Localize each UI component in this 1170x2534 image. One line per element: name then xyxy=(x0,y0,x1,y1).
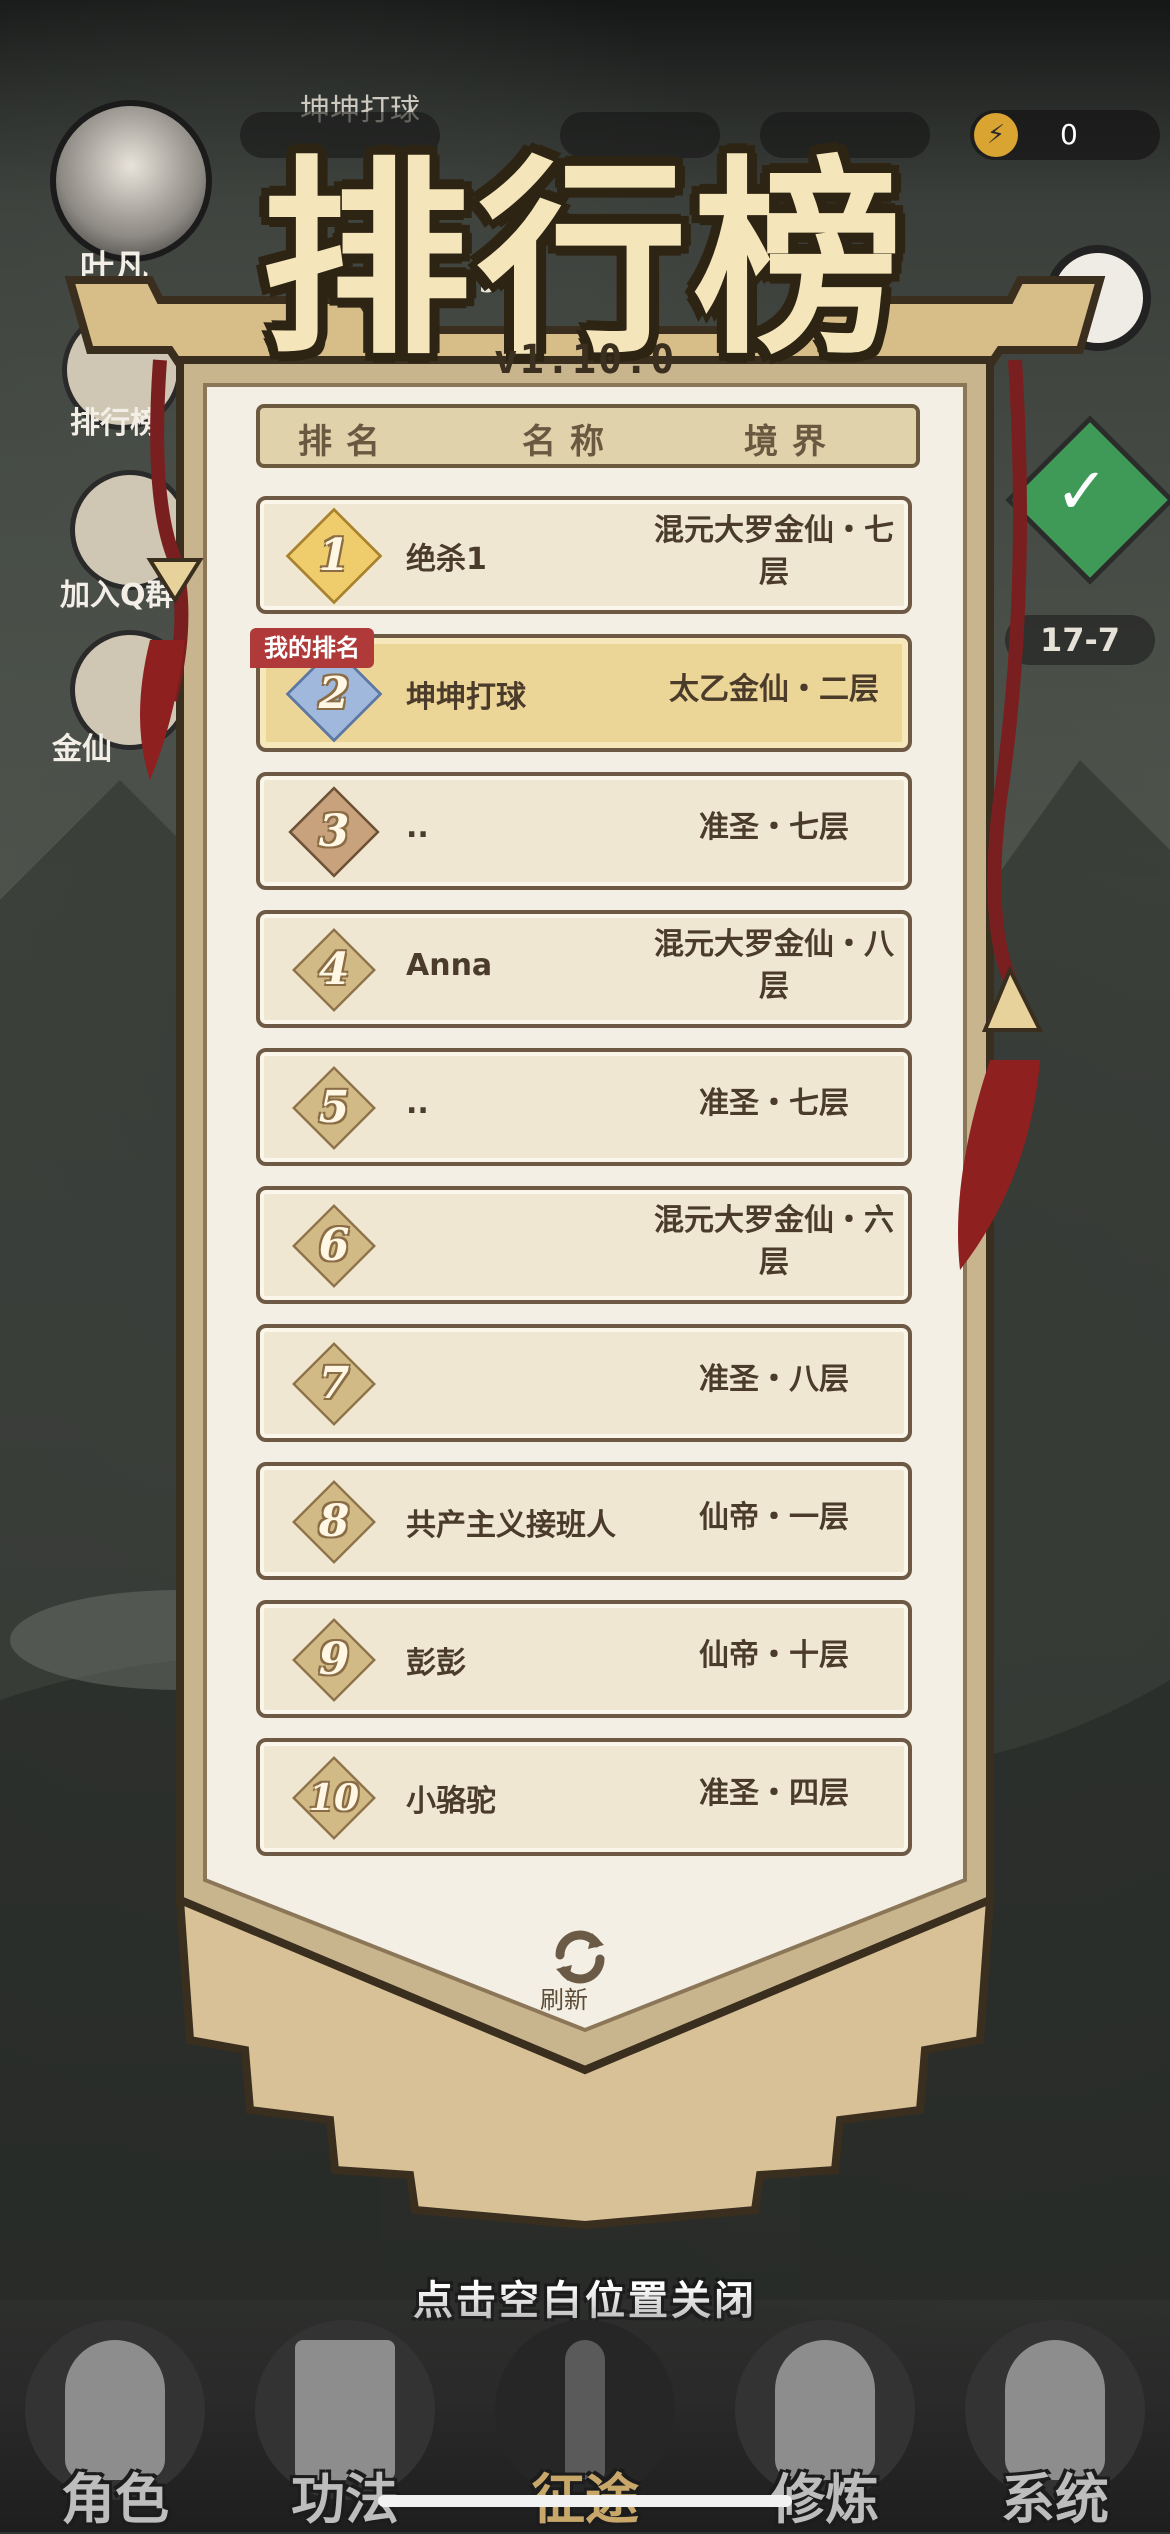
ranking-row: 8 共产主义接班人 仙帝・一层 xyxy=(256,1462,912,1580)
realm-label: 准圣・四层 xyxy=(699,1776,849,1811)
column-name: 名称 xyxy=(522,422,618,462)
home-indicator[interactable] xyxy=(378,2495,792,2507)
player-name: .. xyxy=(406,810,429,845)
version-label: v1.10.0 xyxy=(493,337,677,383)
rank-badge: 6 xyxy=(292,1204,376,1288)
player-name: Anna xyxy=(406,948,493,983)
player-name: 坤坤打球 xyxy=(406,680,526,715)
player-name: .. xyxy=(406,1086,429,1121)
my-rank-tag: 我的排名 xyxy=(250,628,374,668)
nav-role[interactable]: 角色 xyxy=(15,2320,215,2531)
ranking-row: 1 绝杀1 混元大罗金仙・七层 xyxy=(256,496,912,614)
rank-badge: 9 xyxy=(292,1618,376,1702)
player-name: 彭彭 xyxy=(406,1646,466,1681)
realm-label: 仙帝・一层 xyxy=(699,1500,849,1535)
player-name: 小骆驼 xyxy=(406,1784,496,1819)
rank-badge: 7 xyxy=(292,1342,376,1426)
ranking-row: 10 小骆驼 准圣・四层 xyxy=(256,1738,912,1856)
ranking-row: 4 Anna 混元大罗金仙・八层 xyxy=(256,910,912,1028)
realm-label: 仙帝・十层 xyxy=(699,1638,849,1673)
rank-badge: 8 xyxy=(292,1480,376,1564)
rank-badge: 3 xyxy=(288,786,380,878)
player-name: 绝杀1 xyxy=(406,542,487,577)
realm-label: 混元大罗金仙・八层 xyxy=(654,927,894,1004)
rank-badge: 5 xyxy=(292,1066,376,1150)
realm-label: 准圣・七层 xyxy=(699,810,849,845)
ranking-row: 7 准圣・八层 xyxy=(256,1324,912,1442)
column-realm: 境界 xyxy=(744,422,840,462)
ranking-row: 6 混元大罗金仙・六层 xyxy=(256,1186,912,1304)
rank-badge: 10 xyxy=(292,1756,376,1840)
nav-system[interactable]: 系统 xyxy=(955,2320,1155,2531)
rank-badge: 4 xyxy=(292,928,376,1012)
player-name: 共产主义接班人 xyxy=(406,1508,616,1543)
ranking-row: 5 .. 准圣・七层 xyxy=(256,1048,912,1166)
ranking-header: 排名 名称 境界 xyxy=(256,404,920,468)
realm-label: 准圣・八层 xyxy=(699,1362,849,1397)
realm-label: 准圣・七层 xyxy=(699,1086,849,1121)
realm-label: 混元大罗金仙・七层 xyxy=(654,513,894,590)
realm-label: 混元大罗金仙・六层 xyxy=(654,1203,894,1280)
realm-label: 太乙金仙・二层 xyxy=(669,672,879,707)
column-rank: 排名 xyxy=(298,422,394,462)
ranking-row: 3 .. 准圣・七层 xyxy=(256,772,912,890)
rank-badge: 1 xyxy=(285,507,383,605)
leaderboard-popup: 排行榜 v1.10.0 排名 名称 境界 1 绝杀1 混元大罗金仙・七层 2 坤… xyxy=(0,0,1170,2240)
ranking-row: 9 彭彭 仙帝・十层 xyxy=(256,1600,912,1718)
refresh-label[interactable]: 刷新 xyxy=(540,1980,588,2015)
